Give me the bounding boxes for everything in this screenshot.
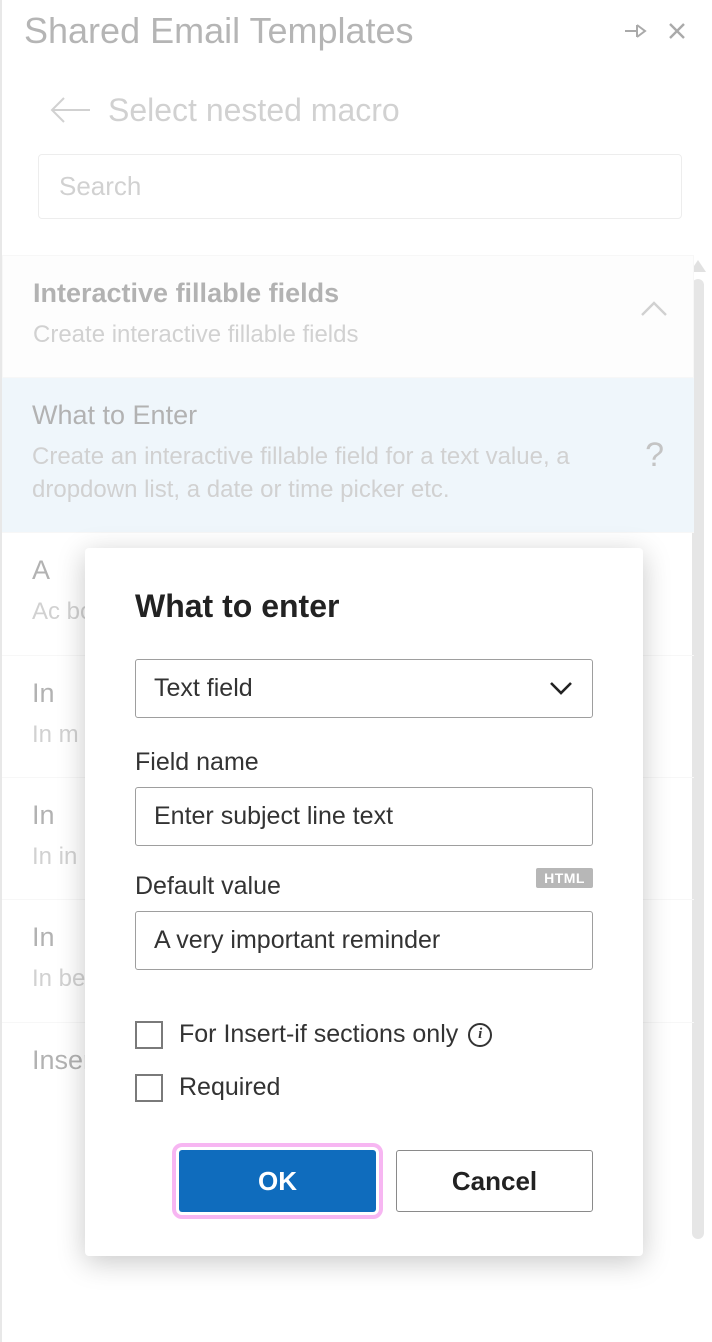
required-label: Required [179,1073,280,1102]
field-name-input[interactable] [135,787,593,846]
required-checkbox-row[interactable]: Required [135,1073,593,1102]
html-badge[interactable]: HTML [536,868,593,888]
field-type-value: Text field [154,674,253,703]
default-value-input[interactable] [135,911,593,970]
macro-item-what-to-enter[interactable]: What to Enter Create an interactive fill… [2,378,694,533]
info-icon[interactable]: i [468,1023,492,1047]
insert-if-label: For Insert-if sections only [179,1020,458,1049]
subheader-title: Select nested macro [108,92,400,129]
page-title: Shared Email Templates [24,10,608,52]
macro-group-fillable[interactable]: Interactive fillable fields Create inter… [2,255,694,378]
dialog-title: What to enter [135,588,593,625]
checkbox-icon[interactable] [135,1074,163,1102]
default-value-label: Default value [135,872,593,901]
cancel-button[interactable]: Cancel [396,1150,593,1212]
close-icon[interactable] [662,16,692,46]
group-title: Interactive fillable fields [33,278,665,309]
item-title: What to Enter [32,400,666,431]
insert-if-checkbox-row[interactable]: For Insert-if sections only i [135,1020,593,1049]
back-arrow-icon[interactable] [46,86,94,134]
field-type-select[interactable]: Text field [135,659,593,718]
help-icon[interactable]: ? [645,436,664,475]
what-to-enter-dialog: What to enter Text field Field name Defa… [85,548,643,1256]
search-input[interactable] [38,154,682,219]
item-desc: Create an interactive fillable field for… [32,441,666,506]
chevron-up-icon [639,300,669,323]
ok-button[interactable]: OK [179,1150,376,1212]
checkbox-icon[interactable] [135,1021,163,1049]
chevron-down-icon [548,674,574,703]
field-name-label: Field name [135,748,593,777]
pin-icon[interactable] [620,16,650,46]
group-desc: Create interactive fillable fields [33,319,665,351]
